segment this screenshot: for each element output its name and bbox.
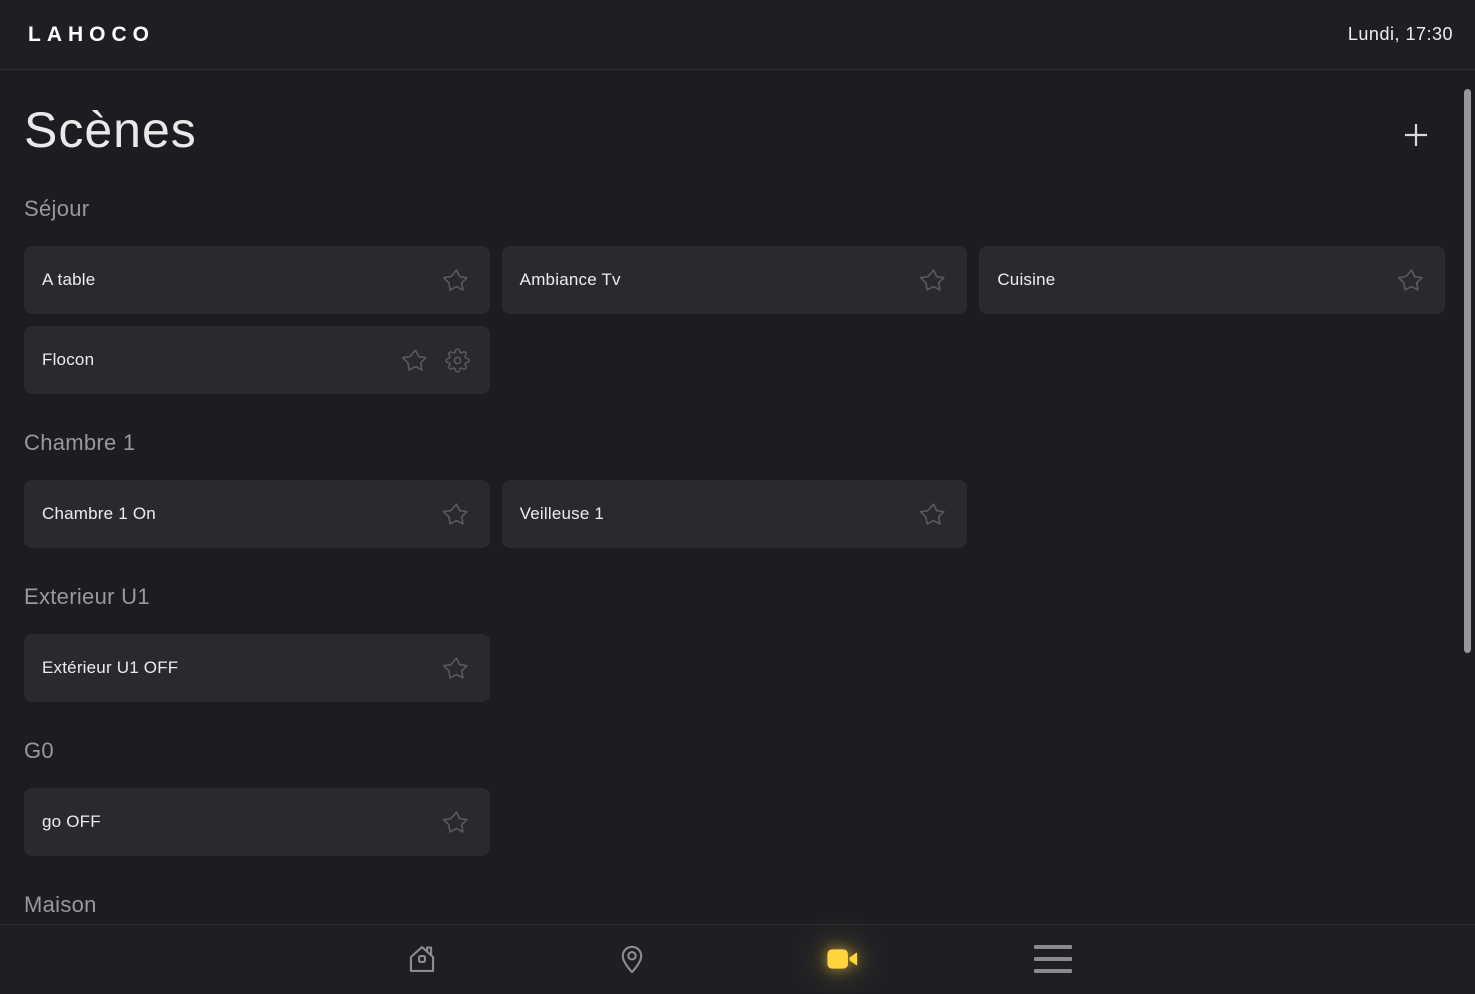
scene-card[interactable]: Extérieur U1 OFF (24, 634, 490, 702)
gear-icon (445, 348, 470, 373)
scene-card[interactable]: Flocon (24, 326, 490, 394)
video-camera-icon (823, 942, 863, 976)
scene-section: G0 go OFF (24, 738, 1445, 856)
favorite-button[interactable] (1398, 267, 1425, 294)
bottom-nav (0, 924, 1475, 993)
scene-card[interactable]: go OFF (24, 788, 490, 856)
scene-section: Chambre 1 Chambre 1 On Veilleuse 1 (24, 430, 1445, 548)
section-title: Maison (24, 892, 1445, 918)
scene-label: Flocon (42, 350, 386, 370)
plus-icon (1401, 120, 1431, 150)
scene-section: Maison (24, 892, 1445, 924)
scene-card[interactable]: Cuisine (979, 246, 1445, 314)
app-header: LAHOCO Lundi, 17:30 (0, 0, 1475, 70)
title-row: Scènes (24, 100, 1445, 160)
section-title: Exterieur U1 (24, 584, 1445, 610)
scene-label: Chambre 1 On (42, 504, 427, 524)
scene-section: Séjour A table Ambiance Tv Cuisine Floco… (24, 196, 1445, 394)
nav-menu-button[interactable] (948, 925, 1159, 994)
star-outline-icon (1398, 267, 1425, 294)
scene-section: Exterieur U1 Extérieur U1 OFF (24, 584, 1445, 702)
page-title: Scènes (24, 100, 197, 160)
add-scene-button[interactable] (1395, 114, 1437, 156)
section-title: G0 (24, 738, 1445, 764)
nav-location-button[interactable] (527, 925, 738, 994)
favorite-button[interactable] (443, 501, 470, 528)
star-outline-icon (443, 655, 470, 682)
favorite-button[interactable] (402, 347, 429, 374)
scene-label: A table (42, 270, 427, 290)
datetime-label: Lundi, 17:30 (1348, 24, 1453, 45)
scenes-page: Scènes Séjour A table Ambiance Tv (0, 70, 1475, 924)
scene-card[interactable]: A table (24, 246, 490, 314)
scene-label: Cuisine (997, 270, 1382, 290)
star-outline-icon (443, 501, 470, 528)
home-icon (405, 942, 439, 976)
scene-card[interactable]: Veilleuse 1 (502, 480, 968, 548)
star-outline-icon (920, 501, 947, 528)
scene-grid: Extérieur U1 OFF (24, 634, 1445, 702)
section-title: Chambre 1 (24, 430, 1445, 456)
scene-grid: go OFF (24, 788, 1445, 856)
favorite-button[interactable] (920, 501, 947, 528)
sections: Séjour A table Ambiance Tv Cuisine Floco… (24, 196, 1445, 924)
vertical-scrollbar[interactable] (1464, 89, 1471, 653)
scene-label: Veilleuse 1 (520, 504, 905, 524)
star-outline-icon (443, 809, 470, 836)
nav-home-button[interactable] (317, 925, 528, 994)
favorite-button[interactable] (920, 267, 947, 294)
lahoco-logo: LAHOCO (28, 23, 155, 47)
star-outline-icon (443, 267, 470, 294)
scene-card[interactable]: Ambiance Tv (502, 246, 968, 314)
favorite-button[interactable] (443, 655, 470, 682)
section-title: Séjour (24, 196, 1445, 222)
star-outline-icon (402, 347, 429, 374)
scene-label: Ambiance Tv (520, 270, 905, 290)
star-outline-icon (920, 267, 947, 294)
gear-button[interactable] (445, 348, 470, 373)
menu-icon (1034, 945, 1072, 973)
favorite-button[interactable] (443, 809, 470, 836)
nav-inner (317, 925, 1159, 994)
scene-label: Extérieur U1 OFF (42, 658, 427, 678)
location-pin-icon (615, 942, 649, 976)
scene-label: go OFF (42, 812, 427, 832)
scene-grid: A table Ambiance Tv Cuisine Flocon (24, 246, 1445, 394)
scene-card[interactable]: Chambre 1 On (24, 480, 490, 548)
favorite-button[interactable] (443, 267, 470, 294)
nav-camera-button[interactable] (738, 925, 949, 994)
scene-grid: Chambre 1 On Veilleuse 1 (24, 480, 1445, 548)
